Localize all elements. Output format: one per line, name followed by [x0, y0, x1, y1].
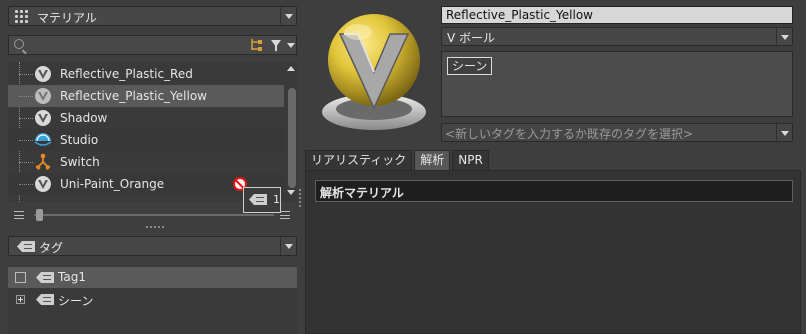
scroll-down-arrow[interactable] [287, 190, 295, 195]
tag-list-box[interactable]: シーン [441, 51, 793, 117]
tab-analysis[interactable]: 解析 [414, 150, 451, 171]
section-header[interactable]: 解析マテリアル [315, 180, 793, 202]
material-name: Switch [60, 155, 100, 169]
list-item[interactable]: Studio [8, 129, 284, 151]
tag-row[interactable]: シーン [8, 289, 297, 310]
list-view-icon [280, 211, 290, 219]
tag-count: 1 [273, 193, 280, 206]
v-ball-icon [35, 110, 51, 126]
search-bar[interactable] [8, 35, 297, 55]
tag-icon [36, 294, 54, 305]
chevron-down-icon[interactable] [280, 237, 296, 255]
tag-icon [249, 194, 267, 205]
tag-icon [36, 272, 54, 283]
tag-checkbox[interactable] [15, 272, 26, 283]
filter-icon[interactable] [271, 40, 281, 51]
material-name: Shadow [60, 111, 108, 125]
list-item[interactable]: Reflective_Plastic_Yellow [8, 85, 284, 107]
grid-icon [15, 10, 29, 23]
chevron-down-icon[interactable] [287, 43, 295, 48]
tag-icon [17, 241, 35, 252]
material-preview [322, 14, 426, 130]
expand-icon[interactable] [16, 295, 25, 304]
material-name: Studio [60, 133, 99, 147]
chevron-down-icon[interactable] [776, 28, 792, 46]
panel-splitter[interactable] [299, 189, 302, 207]
material-type-label: V ボール [447, 31, 496, 45]
tab-panel: 解析マテリアル [305, 170, 801, 334]
material-name-field[interactable]: Reflective_Plastic_Yellow [441, 6, 793, 24]
chevron-down-icon[interactable] [280, 7, 296, 25]
tab-realistic[interactable]: リアリスティック [305, 150, 413, 171]
scroll-up-arrow[interactable] [287, 66, 295, 71]
material-category-dropdown[interactable]: マテリアル [8, 6, 297, 26]
tag-name: Tag1 [58, 270, 86, 284]
v-ball-icon [35, 176, 51, 192]
material-name: Uni-Paint_Orange [60, 177, 165, 191]
slider-handle[interactable] [36, 209, 43, 221]
tag-chip[interactable]: シーン [447, 57, 493, 75]
v-ball-icon [35, 66, 51, 82]
list-item[interactable]: Shadow [8, 107, 284, 129]
search-icon [14, 39, 24, 49]
tag-name: シーン [58, 294, 94, 308]
list-view-icon [14, 211, 24, 219]
slider-track[interactable] [34, 214, 274, 216]
switch-icon [35, 153, 51, 170]
hierarchy-icon[interactable] [250, 38, 264, 52]
list-item[interactable]: Reflective_Plastic_Red [8, 63, 284, 85]
tag-tree[interactable]: Tag1 シーン [8, 265, 297, 334]
tag-category-dropdown[interactable]: タグ [8, 236, 297, 256]
studio-icon [34, 133, 52, 146]
material-name: Reflective_Plastic_Red [60, 67, 193, 81]
tag-select-dropdown[interactable]: <新しいタグを入力するか既存のタグを選択> [441, 123, 793, 142]
chevron-down-icon[interactable] [776, 124, 792, 142]
scrollbar-thumb[interactable] [288, 88, 296, 188]
tag-category-label: タグ [39, 241, 64, 255]
tag-row[interactable]: Tag1 [8, 267, 297, 288]
material-category-label: マテリアル [37, 11, 97, 25]
tab-npr[interactable]: NPR [452, 150, 489, 171]
resize-grip[interactable] [146, 226, 164, 228]
thumbnail-size-slider[interactable] [14, 208, 294, 222]
tab-bar: リアリスティック 解析 NPR [305, 150, 491, 171]
tag-select-placeholder: <新しいタグを入力するか既存のタグを選択> [445, 127, 694, 141]
list-item[interactable]: Switch [8, 151, 284, 173]
material-type-dropdown[interactable]: V ボール [441, 27, 793, 46]
v-ball-icon [35, 88, 51, 104]
material-name: Reflective_Plastic_Yellow [60, 89, 207, 103]
material-list[interactable]: Reflective_Plastic_Red Reflective_Plasti… [8, 62, 297, 202]
